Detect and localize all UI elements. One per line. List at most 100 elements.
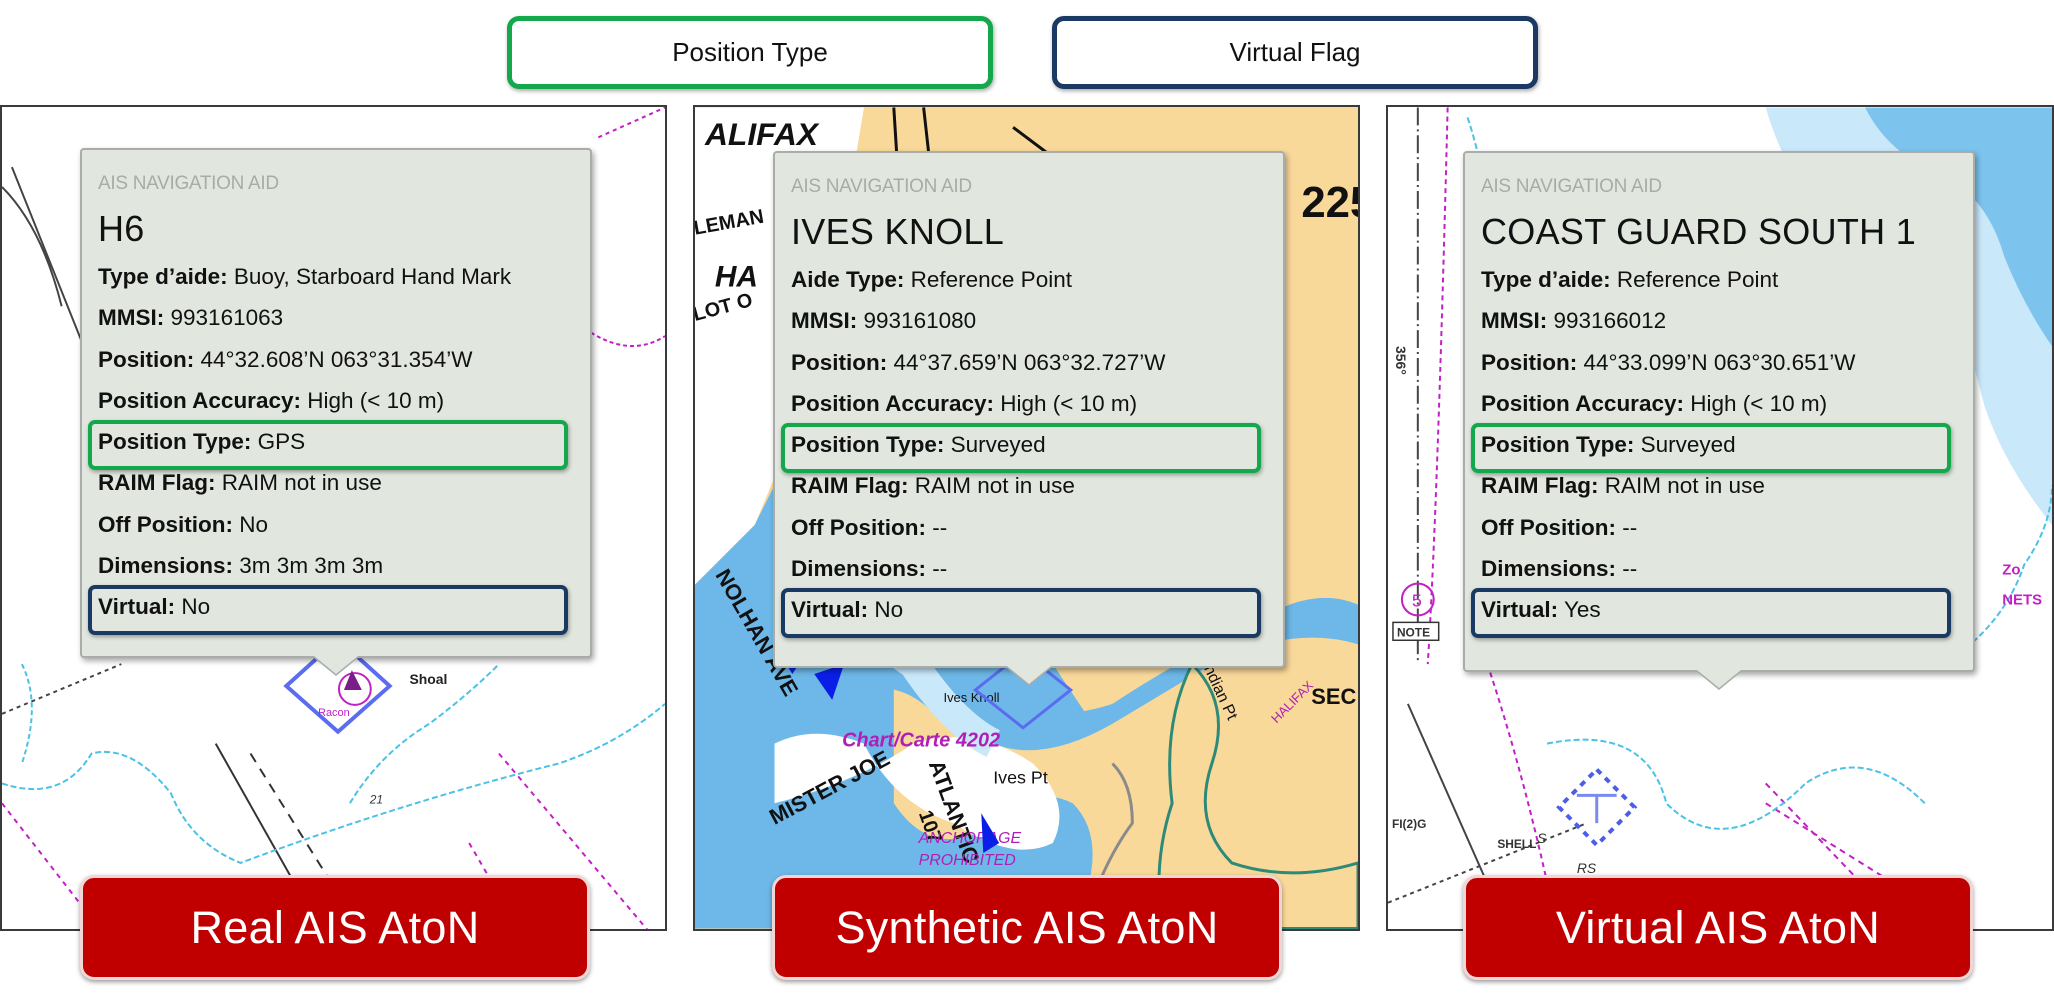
row-key: Position Accuracy: (791, 390, 994, 416)
map-label-s: S (1537, 830, 1547, 846)
row-key: MMSI: (1481, 308, 1548, 334)
row-key: Position Type: (98, 429, 252, 455)
map-label-racon: Racon (318, 707, 350, 719)
row-key: Dimensions: (1481, 556, 1617, 582)
map-label-5: 5 (1412, 590, 1422, 610)
legend-virtual-flag-label: Virtual Flag (1229, 37, 1361, 67)
row-value: 44°32.608’N 063°31.354’W (200, 346, 473, 372)
legend-position-type: Position Type (507, 16, 993, 89)
label-virtual-ais-aton: Virtual AIS AtoN (1463, 875, 1973, 980)
popup-row-raim: RAIM Flag: RAIM not in use (1481, 465, 1957, 506)
row-value: 44°33.099’N 063°30.651’W (1583, 349, 1856, 375)
popup-title: COAST GUARD SOUTH 1 (1481, 211, 1917, 252)
popup-row-off-position: Off Position: -- (791, 507, 1267, 548)
row-key: Virtual: (1481, 597, 1559, 623)
row-key: Dimensions: (98, 553, 234, 579)
row-value: Reference Point (910, 267, 1072, 292)
row-key: Position Type: (791, 432, 945, 458)
row-key: RAIM Flag: (791, 473, 909, 499)
row-key: Position: (1481, 349, 1578, 375)
row-key: Virtual: (791, 597, 869, 623)
row-value: -- (1622, 556, 1638, 582)
map-label-bearing: 356° (1393, 346, 1409, 375)
row-value: -- (1622, 514, 1638, 540)
popup-title: H6 (98, 208, 145, 249)
row-key: Off Position: (98, 511, 233, 537)
row-value: 44°37.659’N 063°32.727’W (893, 349, 1166, 375)
row-value: No (181, 594, 211, 620)
row-value: GPS (257, 429, 306, 455)
row-value: High (< 10 m) (307, 387, 445, 413)
aton-info-popup-virtual: AIS NAVIGATION AID COAST GUARD SOUTH 1 T… (1463, 151, 1975, 672)
row-key: RAIM Flag: (98, 470, 216, 496)
popup-row-position: Position: 44°37.659’N 063°32.727’W (791, 342, 1267, 383)
row-value: 993161080 (863, 308, 977, 334)
popup-row-type: Type d’aide: Reference Point (1481, 259, 1957, 300)
map-label-ives-pt: Ives Pt (993, 767, 1048, 787)
map-label-alifax: ALIFAX (704, 116, 820, 152)
row-value: Yes (1563, 597, 1601, 623)
popup-row-dimensions: Dimensions: -- (791, 548, 1267, 589)
row-value: RAIM not in use (1604, 473, 1765, 499)
map-label-sec: SEC (1311, 684, 1356, 709)
row-key: Type d’aide: (1481, 267, 1611, 292)
row-value: High (< 10 m) (1000, 390, 1138, 416)
row-value: RAIM not in use (914, 473, 1075, 499)
label-text: Real AIS AtoN (190, 901, 480, 953)
map-label-shell: SHELL (1497, 837, 1536, 851)
aton-info-popup-synthetic: AIS NAVIGATION AID IVES KNOLL Aide Type:… (773, 151, 1285, 668)
popup-kicker: AIS NAVIGATION AID (1481, 176, 1662, 197)
row-value: Reference Point (1616, 267, 1779, 292)
popup-row-accuracy: Position Accuracy: High (< 10 m) (98, 380, 574, 421)
popup-row-raim: RAIM Flag: RAIM not in use (791, 465, 1267, 506)
row-value: Buoy, Starboard Hand Mark (233, 264, 512, 289)
popup-row-accuracy: Position Accuracy: High (< 10 m) (791, 383, 1267, 424)
row-key: Off Position: (791, 514, 926, 540)
popup-kicker: AIS NAVIGATION AID (98, 173, 279, 194)
map-label-shoal: Shoal (410, 671, 448, 687)
row-key: Position Accuracy: (1481, 390, 1684, 416)
popup-row-mmsi: MMSI: 993161080 (791, 300, 1267, 341)
row-key: Position Type: (1481, 432, 1635, 458)
row-key: Off Position: (1481, 514, 1616, 540)
popup-title: IVES KNOLL (791, 211, 1005, 252)
legend-position-type-label: Position Type (672, 37, 828, 67)
row-value: 993166012 (1553, 308, 1667, 334)
row-key: Aide Type: (791, 267, 905, 292)
popup-row-position: Position: 44°33.099’N 063°30.651’W (1481, 342, 1957, 383)
row-key: Type d’aide: (98, 264, 228, 289)
map-label-anchorage: ANCHORAGE (918, 830, 1022, 847)
popup-row-dimensions: Dimensions: 3m 3m 3m 3m (98, 545, 574, 586)
map-label-depth: 21 (369, 792, 383, 806)
map-label-225: 225 (1301, 178, 1358, 227)
popup-row-raim: RAIM Flag: RAIM not in use (98, 462, 574, 503)
popup-kicker: AIS NAVIGATION AID (791, 176, 972, 197)
row-value: No (874, 597, 904, 623)
row-value: Surveyed (1640, 432, 1736, 458)
map-label-nets: NETS (2002, 592, 2042, 608)
label-text: Virtual AIS AtoN (1555, 901, 1881, 953)
map-label-light: FI(2)G (1392, 817, 1426, 831)
popup-row-dimensions: Dimensions: -- (1481, 548, 1957, 589)
popup-row-virtual: Virtual: No (88, 585, 574, 636)
map-label-chart-number: Chart/Carte 4202 (842, 730, 1000, 752)
row-value: No (239, 511, 269, 537)
label-text: Synthetic AIS AtoN (835, 901, 1219, 953)
row-value: -- (932, 556, 948, 582)
row-value: -- (932, 514, 948, 540)
popup-row-type: Aide Type: Reference Point (791, 259, 1267, 300)
popup-row-mmsi: MMSI: 993166012 (1481, 300, 1957, 341)
row-key: RAIM Flag: (1481, 473, 1599, 499)
label-synthetic-ais-aton: Synthetic AIS AtoN (772, 875, 1282, 980)
popup-row-virtual: Virtual: Yes (1471, 588, 1957, 639)
popup-row-position-type: Position Type: Surveyed (1471, 423, 1957, 474)
popup-row-position-type: Position Type: Surveyed (781, 423, 1267, 474)
row-value: RAIM not in use (221, 470, 382, 496)
map-label-zone: Zo (2002, 563, 2020, 579)
popup-row-type: Type d’aide: Buoy, Starboard Hand Mark (98, 256, 574, 297)
map-label-ha: HA (715, 260, 758, 293)
row-value: Surveyed (950, 432, 1046, 458)
popup-row-off-position: Off Position: No (98, 504, 574, 545)
popup-row-mmsi: MMSI: 993161063 (98, 297, 574, 338)
row-key: Position: (791, 349, 888, 375)
